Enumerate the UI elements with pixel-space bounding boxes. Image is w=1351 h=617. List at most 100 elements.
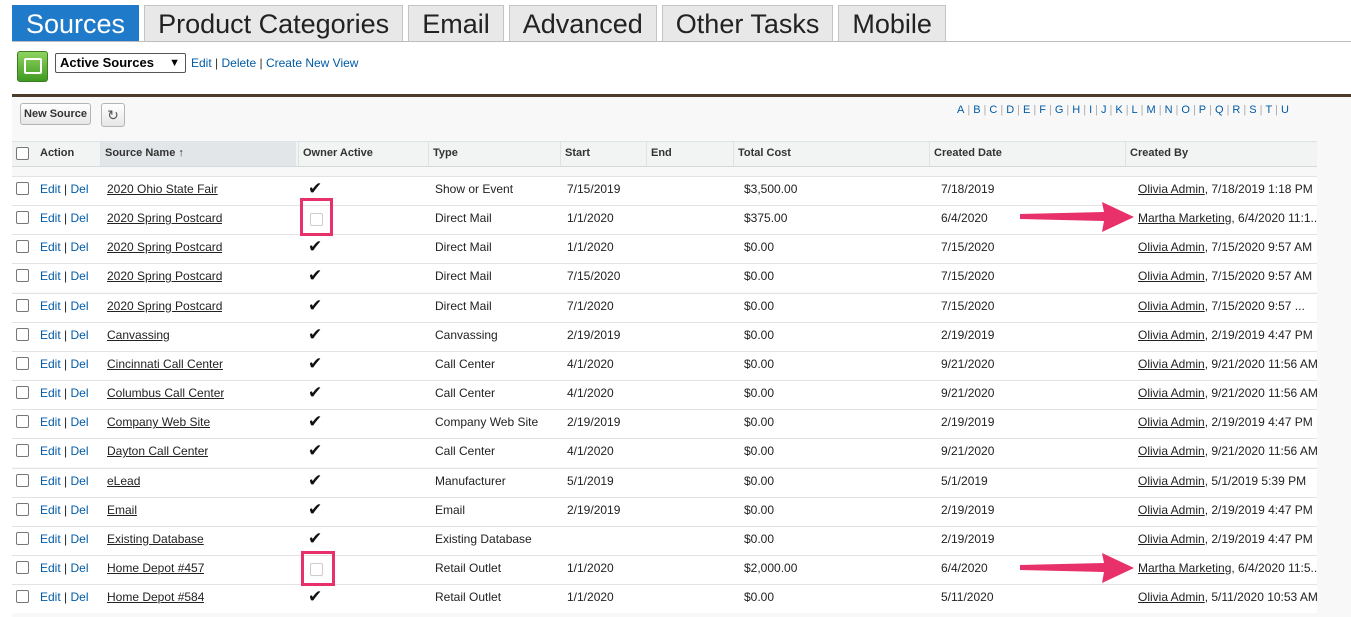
delete-view-link[interactable]: Delete bbox=[221, 56, 256, 70]
edit-link[interactable]: Edit bbox=[40, 503, 61, 517]
delete-link[interactable]: Del bbox=[70, 444, 88, 458]
created-by-user-link[interactable]: Olivia Admin bbox=[1138, 415, 1205, 429]
row-select-checkbox[interactable] bbox=[16, 211, 29, 225]
alpha-filter-d[interactable]: D bbox=[1006, 104, 1014, 116]
new-source-button[interactable]: New Source bbox=[20, 103, 91, 125]
tab-email[interactable]: Email bbox=[408, 5, 504, 42]
delete-link[interactable]: Del bbox=[70, 269, 88, 283]
alpha-filter-h[interactable]: H bbox=[1072, 104, 1080, 116]
alpha-filter-p[interactable]: P bbox=[1199, 104, 1206, 116]
edit-link[interactable]: Edit bbox=[40, 474, 61, 488]
alpha-filter-o[interactable]: O bbox=[1181, 104, 1190, 116]
edit-link[interactable]: Edit bbox=[40, 590, 61, 604]
row-select-checkbox[interactable] bbox=[16, 386, 29, 400]
created-by-user-link[interactable]: Olivia Admin bbox=[1138, 269, 1205, 283]
edit-link[interactable]: Edit bbox=[40, 182, 61, 196]
edit-link[interactable]: Edit bbox=[40, 532, 61, 546]
delete-link[interactable]: Del bbox=[70, 503, 88, 517]
delete-link[interactable]: Del bbox=[70, 386, 88, 400]
alpha-filter-t[interactable]: T bbox=[1265, 104, 1272, 116]
alpha-filter-e[interactable]: E bbox=[1023, 104, 1030, 116]
source-name-link[interactable]: Dayton Call Center bbox=[107, 444, 208, 458]
row-select-checkbox[interactable] bbox=[16, 590, 29, 604]
edit-link[interactable]: Edit bbox=[40, 211, 61, 225]
col-total-cost[interactable]: Total Cost bbox=[733, 142, 923, 166]
source-name-link[interactable]: Email bbox=[107, 503, 137, 517]
edit-link[interactable]: Edit bbox=[40, 386, 61, 400]
alpha-filter-j[interactable]: J bbox=[1101, 104, 1107, 116]
delete-link[interactable]: Del bbox=[70, 182, 88, 196]
tab-mobile[interactable]: Mobile bbox=[838, 5, 946, 42]
created-by-user-link[interactable]: Olivia Admin bbox=[1138, 590, 1205, 604]
created-by-user-link[interactable]: Olivia Admin bbox=[1138, 240, 1205, 254]
edit-link[interactable]: Edit bbox=[40, 299, 61, 313]
alpha-filter-q[interactable]: Q bbox=[1215, 104, 1224, 116]
row-select-checkbox[interactable] bbox=[16, 240, 29, 254]
alpha-filter-b[interactable]: B bbox=[973, 104, 980, 116]
tab-sources[interactable]: Sources bbox=[12, 5, 140, 42]
delete-link[interactable]: Del bbox=[70, 590, 88, 604]
alpha-filter-r[interactable]: R bbox=[1232, 104, 1240, 116]
source-name-link[interactable]: Canvassing bbox=[107, 328, 170, 342]
row-select-checkbox[interactable] bbox=[16, 560, 29, 574]
alpha-filter-c[interactable]: C bbox=[989, 104, 997, 116]
edit-link[interactable]: Edit bbox=[40, 357, 61, 371]
created-by-user-link[interactable]: Olivia Admin bbox=[1138, 328, 1205, 342]
source-name-link[interactable]: Cincinnati Call Center bbox=[107, 357, 223, 371]
delete-link[interactable]: Del bbox=[70, 211, 88, 225]
alpha-filter-k[interactable]: K bbox=[1115, 104, 1122, 116]
source-name-link[interactable]: Home Depot #584 bbox=[107, 590, 204, 604]
col-source-name[interactable]: Source Name ↑ bbox=[100, 142, 296, 166]
edit-link[interactable]: Edit bbox=[40, 328, 61, 342]
created-by-user-link[interactable]: Olivia Admin bbox=[1138, 299, 1205, 313]
row-select-checkbox[interactable] bbox=[16, 182, 29, 195]
source-name-link[interactable]: Columbus Call Center bbox=[107, 386, 224, 400]
row-select-checkbox[interactable] bbox=[16, 444, 29, 458]
edit-link[interactable]: Edit bbox=[40, 269, 61, 283]
alpha-filter-s[interactable]: S bbox=[1249, 104, 1256, 116]
alpha-filter-a[interactable]: A bbox=[957, 104, 964, 116]
source-name-link[interactable]: 2020 Spring Postcard bbox=[107, 240, 222, 254]
view-select[interactable]: Active Sources ▼ bbox=[55, 53, 186, 73]
edit-link[interactable]: Edit bbox=[40, 240, 61, 254]
row-select-checkbox[interactable] bbox=[16, 298, 29, 312]
delete-link[interactable]: Del bbox=[70, 532, 88, 546]
row-select-checkbox[interactable] bbox=[16, 327, 29, 341]
alpha-filter-u[interactable]: U bbox=[1281, 104, 1289, 116]
source-name-link[interactable]: Company Web Site bbox=[107, 415, 210, 429]
created-by-user-link[interactable]: Martha Marketing bbox=[1138, 561, 1231, 575]
created-by-user-link[interactable]: Olivia Admin bbox=[1138, 503, 1205, 517]
col-owner-active[interactable]: Owner Active bbox=[298, 142, 423, 166]
source-name-link[interactable]: 2020 Spring Postcard bbox=[107, 299, 222, 313]
tab-other-tasks[interactable]: Other Tasks bbox=[661, 5, 834, 42]
source-name-link[interactable]: 2020 Spring Postcard bbox=[107, 269, 222, 283]
alpha-filter-f[interactable]: F bbox=[1039, 104, 1046, 116]
row-select-checkbox[interactable] bbox=[16, 502, 29, 516]
created-by-user-link[interactable]: Martha Marketing bbox=[1138, 211, 1231, 225]
edit-link[interactable]: Edit bbox=[40, 415, 61, 429]
edit-link[interactable]: Edit bbox=[40, 561, 61, 575]
col-type[interactable]: Type bbox=[428, 142, 556, 166]
created-by-user-link[interactable]: Olivia Admin bbox=[1138, 386, 1205, 400]
created-by-user-link[interactable]: Olivia Admin bbox=[1138, 357, 1205, 371]
tab-advanced[interactable]: Advanced bbox=[508, 5, 657, 42]
edit-link[interactable]: Edit bbox=[40, 444, 61, 458]
source-name-link[interactable]: 2020 Spring Postcard bbox=[107, 211, 222, 225]
select-all-checkbox[interactable] bbox=[16, 147, 29, 160]
alpha-filter-l[interactable]: L bbox=[1132, 104, 1138, 116]
refresh-button[interactable]: ↻ bbox=[101, 103, 125, 127]
created-by-user-link[interactable]: Olivia Admin bbox=[1138, 532, 1205, 546]
row-select-checkbox[interactable] bbox=[16, 356, 29, 370]
source-name-link[interactable]: 2020 Ohio State Fair bbox=[107, 182, 218, 196]
row-select-checkbox[interactable] bbox=[16, 531, 29, 545]
alpha-filter-g[interactable]: G bbox=[1055, 104, 1064, 116]
source-name-link[interactable]: eLead bbox=[107, 474, 140, 488]
created-by-user-link[interactable]: Olivia Admin bbox=[1138, 182, 1205, 196]
source-name-link[interactable]: Home Depot #457 bbox=[107, 561, 204, 575]
alpha-filter-n[interactable]: N bbox=[1165, 104, 1173, 116]
created-by-user-link[interactable]: Olivia Admin bbox=[1138, 474, 1205, 488]
edit-view-link[interactable]: Edit bbox=[191, 56, 212, 70]
alpha-filter-m[interactable]: M bbox=[1147, 104, 1156, 116]
col-start[interactable]: Start bbox=[560, 142, 642, 166]
delete-link[interactable]: Del bbox=[70, 299, 88, 313]
